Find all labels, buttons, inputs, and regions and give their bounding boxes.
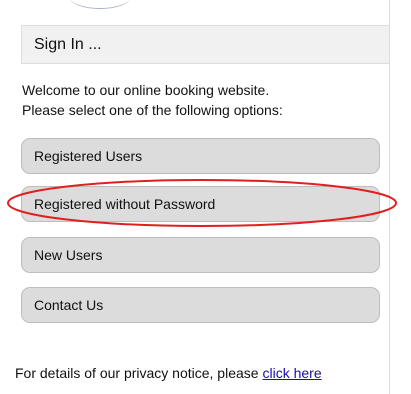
privacy-notice: For details of our privacy notice, pleas… <box>15 364 322 382</box>
new-users-label: New Users <box>34 247 103 263</box>
registered-without-password-button[interactable]: Registered without Password <box>21 186 380 222</box>
registered-users-label: Registered Users <box>34 148 143 164</box>
intro-text: Welcome to our online booking website. P… <box>22 80 283 120</box>
intro-line-instructions: Please select one of the following optio… <box>22 102 283 118</box>
page-title-text: Sign In ... <box>34 36 102 53</box>
contact-us-label: Contact Us <box>34 297 104 313</box>
privacy-notice-text: For details of our privacy notice, pleas… <box>15 365 259 381</box>
intro-line-welcome: Welcome to our online booking website. <box>22 82 270 98</box>
new-users-button[interactable]: New Users <box>21 237 380 273</box>
decorative-arc <box>70 0 130 9</box>
privacy-click-here-link[interactable]: click here <box>262 365 321 381</box>
registered-users-button[interactable]: Registered Users <box>21 138 380 174</box>
sign-in-panel: Sign In ... Welcome to our online bookin… <box>0 0 390 394</box>
contact-us-button[interactable]: Contact Us <box>21 287 380 323</box>
registered-without-password-label: Registered without Password <box>34 196 216 212</box>
page-title: Sign In ... <box>21 25 389 64</box>
